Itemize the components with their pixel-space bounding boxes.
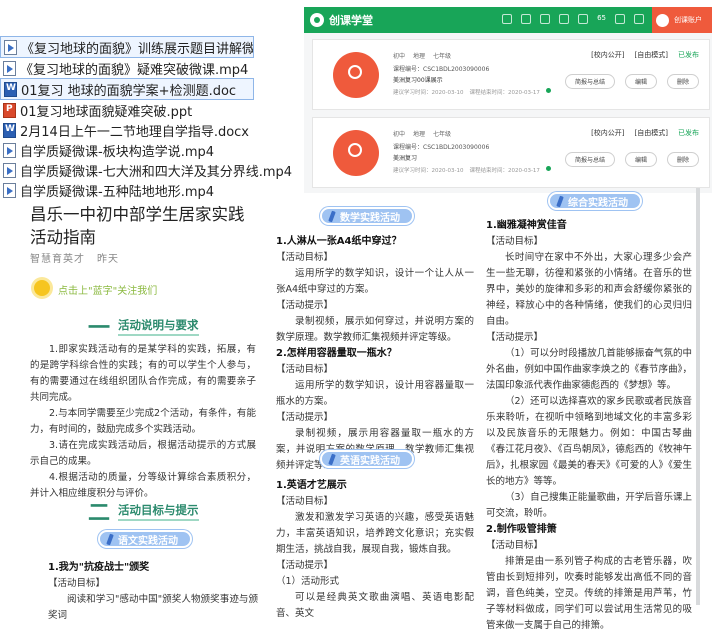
course-actions: 简报与总结 编辑 删除: [564, 74, 699, 89]
file-name: 01复习地球面貌疑难突破.ppt: [20, 104, 193, 120]
word-doc-icon: [3, 122, 16, 138]
follow-tagline[interactable]: 点击上"蓝字"关注我们: [58, 282, 157, 297]
course-time: 建议学习时间：2020-03-10 课程结束时间：2020-03-17: [393, 88, 551, 96]
pen-icon: [556, 195, 564, 207]
course-actions: 简报与总结 编辑 删除: [564, 152, 699, 167]
file-name: 2月14日上午一二节地理自学指导.docx: [20, 124, 249, 140]
notification-count: 65: [597, 14, 606, 22]
file-item[interactable]: 01复习 地球的面貌学案+检测题.doc: [0, 78, 254, 100]
search-icon[interactable]: [502, 14, 513, 24]
file-name: 自学质疑微课-七大洲和四大洋及其分界线.mp4: [20, 164, 293, 180]
file-item[interactable]: 自学质疑微课-七大洲和四大洋及其分界线.mp4: [0, 160, 300, 180]
course-tags: 初中 地理 七年级: [393, 53, 452, 60]
course-tags: 初中 地理 七年级: [393, 131, 452, 138]
section-number: 二: [88, 500, 111, 526]
file-name: 自学质疑微课-五种陆地地形.mp4: [20, 184, 215, 200]
pill-chinese: 语文实践活动: [98, 530, 192, 548]
article-author: 智慧育英才 昨天: [30, 254, 119, 265]
platform-topbar: 创课学堂 65 创课账户: [304, 7, 712, 33]
pen-icon: [328, 453, 336, 465]
section-heading: 一 活动说明与要求: [88, 313, 199, 341]
video-file-icon: [3, 60, 16, 76]
section-number: 一: [88, 315, 111, 341]
file-name: 《复习地球的面貌》训练展示题目讲解微课.mp4: [21, 41, 254, 57]
section-heading: 二 活动目标与提示: [88, 498, 199, 526]
video-file-icon: [3, 182, 16, 198]
delete-button[interactable]: 删除: [666, 74, 699, 89]
ppt-file-icon: [3, 102, 16, 118]
course-thumbnail-icon[interactable]: [333, 52, 379, 98]
cart-icon[interactable]: [634, 14, 644, 24]
reflect-button[interactable]: 简报与总结: [564, 152, 615, 167]
platform-logo-text: 创课学堂: [329, 14, 373, 27]
course-flags: [校内公开] [自由模式] 已发布: [591, 129, 699, 137]
file-item[interactable]: 自学质疑微课-五种陆地地形.mp4: [0, 180, 300, 200]
file-item[interactable]: 自学质疑微课-板块构造学说.mp4: [0, 140, 300, 160]
delete-button[interactable]: 删除: [666, 152, 699, 167]
edit-button[interactable]: 编辑: [624, 152, 657, 167]
course-time: 建议学习时间：2020-03-10 课程结束时间：2020-03-17: [393, 166, 551, 174]
chart-icon[interactable]: [540, 14, 551, 24]
reflect-button[interactable]: 简报与总结: [564, 74, 615, 89]
sun-icon: [34, 280, 50, 296]
page-title: 昌乐一中初中部学生居家实践活动指南: [30, 205, 245, 247]
pill-math: 数学实践活动: [320, 207, 414, 225]
course-title[interactable]: 美洲复习: [393, 153, 417, 162]
file-item[interactable]: 01复习地球面貌疑难突破.ppt: [0, 100, 300, 120]
file-name: 《复习地球的面貌》疑难突破微课.mp4: [20, 62, 249, 78]
file-item[interactable]: 2月14日上午一二节地理自学指导.docx: [0, 120, 300, 140]
user-label[interactable]: 创课账户: [674, 15, 702, 25]
video-file-icon: [3, 162, 16, 178]
status-dot-icon: [545, 88, 551, 93]
gift-icon[interactable]: [559, 14, 570, 24]
file-name: 自学质疑微课-板块构造学说.mp4: [20, 144, 215, 160]
course-flags: [校内公开] [自由模式] 已发布: [591, 51, 699, 59]
math-activities: 1.人淋从一张A4纸中穿过？ 【活动目标】 运用所学的数学知识，设计一个让人从一…: [276, 236, 474, 471]
chinese-activity: 1.我为"抗疫战士"颁奖 【活动目标】 阅读和学习"感动中国"颁奖人物颁奖事迹与…: [48, 562, 258, 621]
status-badge: 已发布: [678, 129, 699, 137]
word-doc-icon: [4, 81, 17, 97]
bell-icon[interactable]: [578, 14, 589, 24]
mail-icon[interactable]: [615, 14, 625, 24]
file-list: 《复习地球的面貌》训练展示题目讲解微课.mp4 《复习地球的面貌》疑难突破微课.m…: [0, 36, 300, 200]
pill-english: 英语实践活动: [320, 450, 414, 468]
course-code: 课程编号：CSC1BDL2003090006: [393, 144, 490, 151]
section-title: 活动说明与要求: [118, 317, 199, 336]
topbar-icons: 65: [502, 14, 644, 24]
video-file-icon: [4, 39, 17, 55]
course-card: 初中 地理 七年级 课程编号：CSC1BDL2003090006 美洲复习00课展示…: [312, 39, 710, 110]
edit-button[interactable]: 编辑: [624, 74, 657, 89]
pen-icon: [328, 210, 336, 222]
course-code: 课程编号：CSC1BDL2003090006: [393, 66, 490, 73]
course-thumbnail-icon[interactable]: [333, 130, 379, 176]
english-activities: 1.英语才艺展示 【活动目标】 激发和激发学习英语的兴趣，感受英语魅力，丰富英语…: [276, 480, 474, 619]
video-file-icon: [3, 142, 16, 158]
pen-icon: [106, 533, 114, 545]
status-badge: 已发布: [678, 51, 699, 59]
user-menu[interactable]: 创课账户: [652, 7, 712, 33]
pill-comprehensive: 综合实践活动: [548, 192, 642, 210]
file-name: 01复习 地球的面貌学案+检测题.doc: [21, 83, 237, 99]
file-item[interactable]: 《复习地球的面貌》疑难突破微课.mp4: [0, 58, 300, 78]
course-card: 初中 地理 七年级 课程编号：CSC1BDL2003090006 美洲复习 建议学习…: [312, 117, 710, 188]
status-dot-icon: [545, 166, 551, 171]
logo-icon: [310, 13, 324, 27]
course-platform-panel: 创课学堂 65 创课账户 初中 地理 七年级 课程编号：CSC1BDL2003090…: [304, 7, 712, 193]
message-icon[interactable]: [521, 14, 532, 24]
section-title: 活动目标与提示: [118, 502, 199, 521]
avatar[interactable]: [656, 13, 669, 27]
scrollbar-track[interactable]: [696, 188, 700, 605]
comprehensive-activities: 1.幽雅凝神赏佳音 【活动目标】 长时间守在家中不外出，大家心理多少会产生一些无…: [486, 220, 692, 631]
file-item[interactable]: 《复习地球的面貌》训练展示题目讲解微课.mp4: [0, 36, 254, 58]
course-title[interactable]: 美洲复习00课展示: [393, 75, 443, 84]
instructions-text: 1.即家实践活动有的是某学科的实践，拓展，有的是跨学科综合性的实践；有的可以学生…: [30, 344, 256, 499]
